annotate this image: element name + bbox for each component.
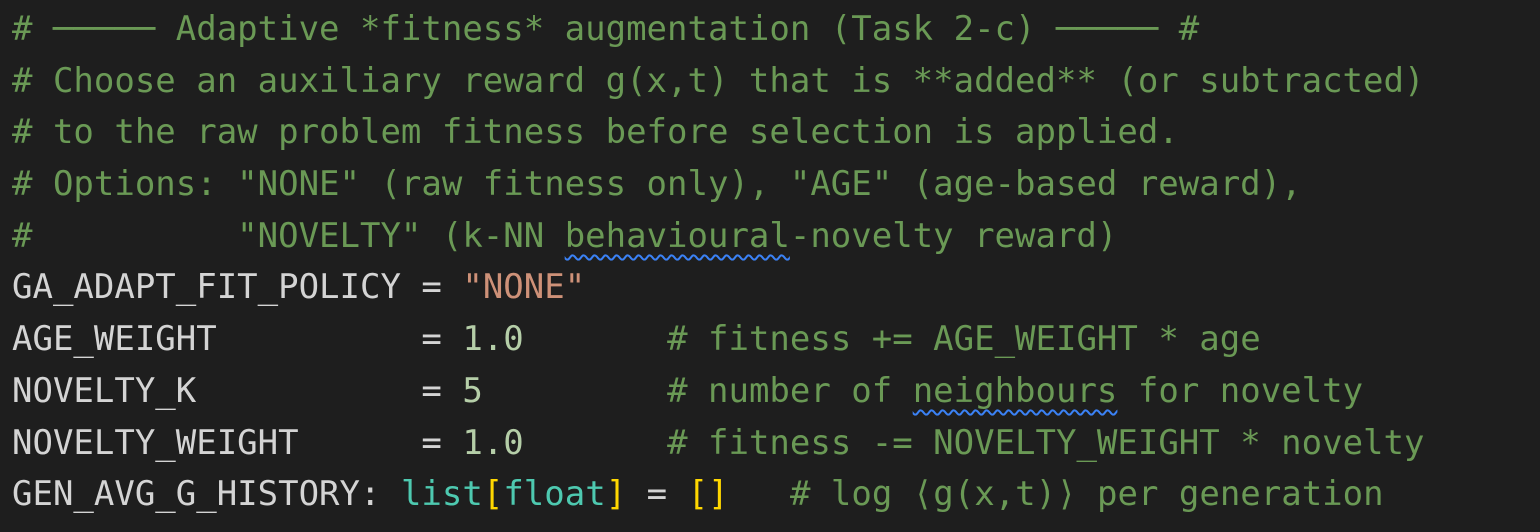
token-comment: # Options: "NONE" (raw fitness only), "A… [12,164,1302,205]
code-line[interactable]: # ───── Adaptive *fitness* augmentation … [12,4,1424,56]
token-bracket: [] [687,474,729,515]
token-op: = [196,370,463,411]
token-var: GA_ADAPT_FIT_POLICY [12,267,401,308]
token-var: NOVELTY_WEIGHT [12,422,299,463]
token-string: "NONE" [462,267,586,308]
spellcheck-flagged-word: neighbours [912,370,1118,411]
token-bracket: ] [605,474,627,515]
token-comment: # fitness -= NOVELTY_WEIGHT * novelty [667,422,1425,463]
token-number: 1.0 [462,319,524,360]
token-comment: # "NOVELTY" (k-NN [12,215,565,256]
spellcheck-flagged-word: behavioural [564,215,790,256]
code-line[interactable]: # Options: "NONE" (raw fitness only), "A… [12,159,1424,211]
code-line[interactable]: # to the raw problem fitness before sele… [12,107,1424,159]
token-number: 1.0 [462,422,524,463]
code-line[interactable]: GA_ADAPT_FIT_POLICY = "NONE" [12,262,1424,314]
token-var: NOVELTY_K [12,370,197,411]
code-line[interactable]: NOVELTY_K = 5 # number of neighbours for… [12,366,1424,418]
code-line[interactable]: # "NOVELTY" (k-NN behavioural-novelty re… [12,211,1424,263]
token-op: = [298,422,463,463]
token-op [729,474,790,514]
token-comment: # Choose an auxiliary reward g(x,t) that… [12,60,1425,101]
code-line[interactable]: AGE_WEIGHT = 1.0 # fitness += AGE_WEIGHT… [12,314,1424,366]
token-op: = [626,474,688,515]
token-comment: -novelty reward) [789,215,1118,256]
token-comment: for novelty [1117,370,1364,411]
token-op: = [400,267,463,308]
token-bracket: [ [482,474,504,515]
token-comment: # log ⟨g(x,t)⟩ per generation [789,474,1384,515]
token-type: list [400,474,483,515]
code-lines[interactable]: # ───── Adaptive *fitness* augmentation … [12,4,1424,521]
token-var: GEN_AVG_G_HISTORY [12,474,360,515]
token-var: AGE_WEIGHT [12,319,217,360]
token-comment: # number of [667,370,913,411]
token-comment: # to the raw problem fitness before sele… [12,112,1179,153]
token-op: : [360,474,401,515]
token-op [524,423,667,463]
token-number: 5 [462,370,483,411]
code-editor[interactable]: # ───── Adaptive *fitness* augmentation … [0,0,1540,532]
token-op [524,319,667,359]
token-type: float [503,474,606,515]
token-op [483,371,667,411]
code-line[interactable]: GEN_AVG_G_HISTORY: list[float] = [] # lo… [12,469,1424,521]
token-op: = [216,319,463,360]
code-line[interactable]: NOVELTY_WEIGHT = 1.0 # fitness -= NOVELT… [12,418,1424,470]
token-comment: # fitness += AGE_WEIGHT * age [667,319,1261,360]
token-comment: # ───── Adaptive *fitness* augmentation … [12,9,1200,49]
code-line[interactable]: # Choose an auxiliary reward g(x,t) that… [12,56,1424,108]
